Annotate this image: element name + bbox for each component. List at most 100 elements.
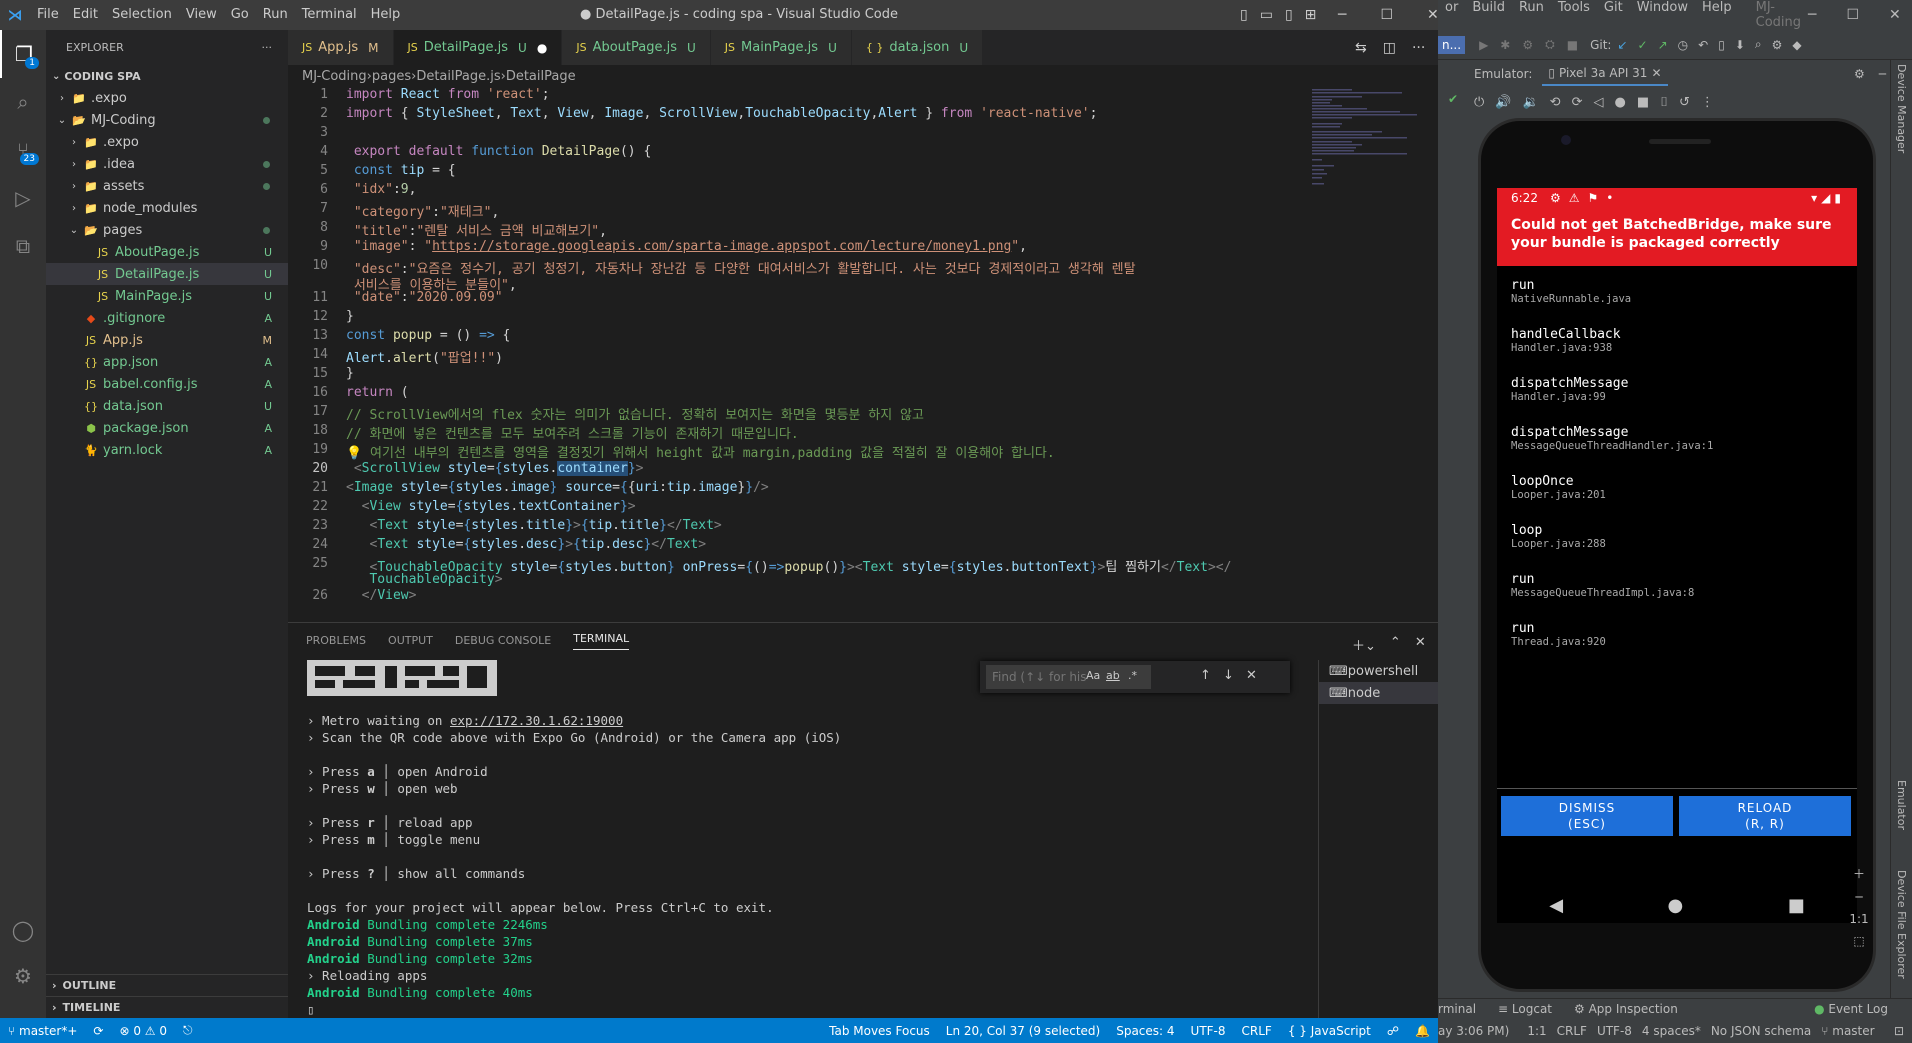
toggle-sidebar-icon[interactable]: ▯: [1240, 7, 1248, 23]
new-terminal-icon[interactable]: ＋⌄: [1352, 635, 1376, 654]
home-icon[interactable]: ●: [1614, 95, 1625, 110]
tree-item-babel-config-js[interactable]: JS babel.config.js A: [46, 373, 288, 395]
search-icon[interactable]: ⌕: [0, 78, 46, 126]
tree-item-package-json[interactable]: ⬢ package.json A: [46, 417, 288, 439]
as-status-schema[interactable]: No JSON schema: [1711, 1024, 1811, 1038]
device-manager-tab[interactable]: Device Manager: [1895, 64, 1908, 153]
git-history-icon[interactable]: ◷: [1678, 38, 1688, 52]
breadcrumb-item[interactable]: DetailPage: [506, 69, 576, 84]
tab-mainpage-js[interactable]: JS MainPage.js U: [710, 30, 852, 65]
nav-back-icon[interactable]: ◀: [1549, 895, 1563, 916]
match-whole-word-icon[interactable]: ab: [1106, 669, 1120, 682]
tree-item--expo[interactable]: › 📁 .expo: [46, 131, 288, 153]
panel-tab-debug-console[interactable]: DEBUG CONSOLE: [455, 634, 551, 647]
toggle-secondary-sidebar-icon[interactable]: ▯: [1285, 7, 1293, 23]
minimap[interactable]: [1312, 87, 1422, 622]
sync-icon[interactable]: ⟳: [85, 1024, 111, 1038]
zoom-actual-size[interactable]: 1:1: [1849, 912, 1868, 926]
zoom-out-icon[interactable]: ─: [1855, 890, 1862, 904]
stack-frame[interactable]: run MessageQueueThreadImpl.java:8: [1497, 572, 1857, 599]
terminal-instance-powershell[interactable]: ⌨ powershell: [1319, 660, 1438, 682]
encoding[interactable]: UTF-8: [1183, 1024, 1234, 1038]
stack-frame[interactable]: handleCallback Handler.java:938: [1497, 327, 1857, 354]
settings-icon[interactable]: ⚙: [1772, 38, 1783, 52]
as-menu-run[interactable]: Run: [1512, 0, 1551, 30]
timeline-section[interactable]: › TIMELINE: [46, 996, 288, 1018]
git-commit-icon[interactable]: ✓: [1638, 38, 1648, 52]
open-changes-icon[interactable]: ⇆: [1355, 40, 1367, 56]
menu-view[interactable]: View: [179, 0, 224, 30]
sdk-manager-icon[interactable]: ⬇: [1735, 38, 1745, 52]
device-tab[interactable]: ▯ Pixel 3a API 31 ✕: [1542, 62, 1668, 86]
project-root[interactable]: ⌄ CODING SPA: [46, 65, 288, 87]
breadcrumb-item[interactable]: DetailPage.js: [416, 69, 500, 84]
tree-item-app-js[interactable]: JS App.js M: [46, 329, 288, 351]
terminal-tab[interactable]: rminal: [1438, 1002, 1476, 1016]
emulator-more-icon[interactable]: ⋮: [1701, 95, 1714, 110]
as-close-button[interactable]: ✕: [1889, 7, 1901, 23]
as-status-position[interactable]: 1:1: [1527, 1024, 1546, 1038]
feedback-icon[interactable]: ☍: [1379, 1024, 1407, 1038]
stack-frame[interactable]: dispatchMessage MessageQueueThreadHandler…: [1497, 425, 1857, 452]
panel-tab-output[interactable]: OUTPUT: [388, 634, 433, 647]
menu-selection[interactable]: Selection: [105, 0, 179, 30]
as-minimize-button[interactable]: ─: [1808, 7, 1816, 23]
terminal-instance-node[interactable]: ⌨ node: [1319, 682, 1438, 704]
reload-button[interactable]: RELOAD (R, R): [1679, 796, 1851, 836]
notifications-icon[interactable]: 🔔: [1407, 1024, 1438, 1038]
snapshot-icon[interactable]: ↺: [1679, 95, 1690, 110]
tab-app-js[interactable]: JS App.js M: [288, 30, 394, 65]
branch-status[interactable]: ⑂ master*+: [0, 1024, 85, 1038]
tree-item-aboutpage-js[interactable]: JS AboutPage.js U: [46, 241, 288, 263]
panel-tab-problems[interactable]: PROBLEMS: [306, 634, 366, 647]
more-actions-icon[interactable]: ···: [262, 41, 273, 54]
stack-frame[interactable]: loop Looper.java:288: [1497, 523, 1857, 550]
breadcrumb-item[interactable]: MJ-Coding: [302, 69, 367, 84]
as-menu-help[interactable]: Help: [1695, 0, 1739, 30]
debug-icon[interactable]: ✱: [1500, 38, 1510, 52]
rotate-right-icon[interactable]: ⟳: [1572, 95, 1583, 110]
toggle-panel-icon[interactable]: ▭: [1260, 7, 1273, 23]
as-menu-tools[interactable]: Tools: [1551, 0, 1597, 30]
tree-item-mj-coding[interactable]: ⌄ 📂 MJ-Coding: [46, 109, 288, 131]
as-status-branch[interactable]: ⑂ master: [1821, 1024, 1874, 1038]
zoom-fit-icon[interactable]: ⬚: [1853, 934, 1864, 948]
screenshot-icon[interactable]: ⌷: [1660, 95, 1668, 110]
menu-edit[interactable]: Edit: [66, 0, 105, 30]
stack-frame[interactable]: run NativeRunnable.java: [1497, 278, 1857, 305]
git-push-icon[interactable]: ↗: [1658, 38, 1668, 52]
tab-data-json[interactable]: { } data.json U: [851, 30, 984, 65]
run-debug-icon[interactable]: ▷: [0, 174, 46, 222]
menu-file[interactable]: File: [30, 0, 66, 30]
zoom-in-icon[interactable]: ＋: [1853, 865, 1865, 882]
source-control-icon[interactable]: ⑂ 23: [0, 126, 46, 174]
settings-gear-icon[interactable]: ⚙: [0, 952, 46, 1000]
rotate-left-icon[interactable]: ⟲: [1550, 95, 1561, 110]
tree-item-pages[interactable]: ⌄ 📂 pages: [46, 219, 288, 241]
tab-aboutpage-js[interactable]: JS AboutPage.js U: [562, 30, 711, 65]
back-icon[interactable]: ◁: [1593, 95, 1603, 110]
find-input[interactable]: [986, 665, 1151, 689]
regex-icon[interactable]: .*: [1128, 669, 1137, 682]
tree-item--idea[interactable]: › 📁 .idea: [46, 153, 288, 175]
live-share-icon[interactable]: ⎋: [175, 1023, 201, 1038]
phone-screen[interactable]: 6:22 ⚙⚠⚑• ▾◢▮ Could not get BatchedBridg…: [1497, 188, 1857, 923]
device-file-explorer-tab[interactable]: Device File Explorer: [1895, 870, 1908, 979]
tree-item-assets[interactable]: › 📁 assets: [46, 175, 288, 197]
stack-frame[interactable]: loopOnce Looper.java:201: [1497, 474, 1857, 501]
device-manager-icon[interactable]: ▯: [1718, 38, 1725, 52]
breadcrumb-item[interactable]: pages: [372, 69, 411, 84]
stack-frame[interactable]: run Thread.java:920: [1497, 621, 1857, 648]
as-status-indent[interactable]: 4 spaces*: [1642, 1024, 1701, 1038]
app-inspection-tab[interactable]: ⚙ App Inspection: [1574, 1002, 1678, 1016]
run-icon[interactable]: ▶: [1479, 38, 1488, 52]
stack-frame[interactable]: dispatchMessage Handler.java:99: [1497, 376, 1857, 403]
as-lock-icon[interactable]: ⊡: [1894, 1024, 1904, 1038]
code-editor[interactable]: 1 import React from 'react'; 2 import { Sty…: [288, 87, 1438, 622]
menu-help[interactable]: Help: [364, 0, 408, 30]
logcat-tab[interactable]: ≡ Logcat: [1498, 1002, 1552, 1016]
problems-status[interactable]: ⊗ 0 ⚠ 0: [111, 1024, 175, 1038]
nav-home-icon[interactable]: ●: [1668, 895, 1684, 916]
account-icon[interactable]: ◯: [0, 906, 46, 954]
indentation[interactable]: Spaces: 4: [1108, 1024, 1182, 1038]
